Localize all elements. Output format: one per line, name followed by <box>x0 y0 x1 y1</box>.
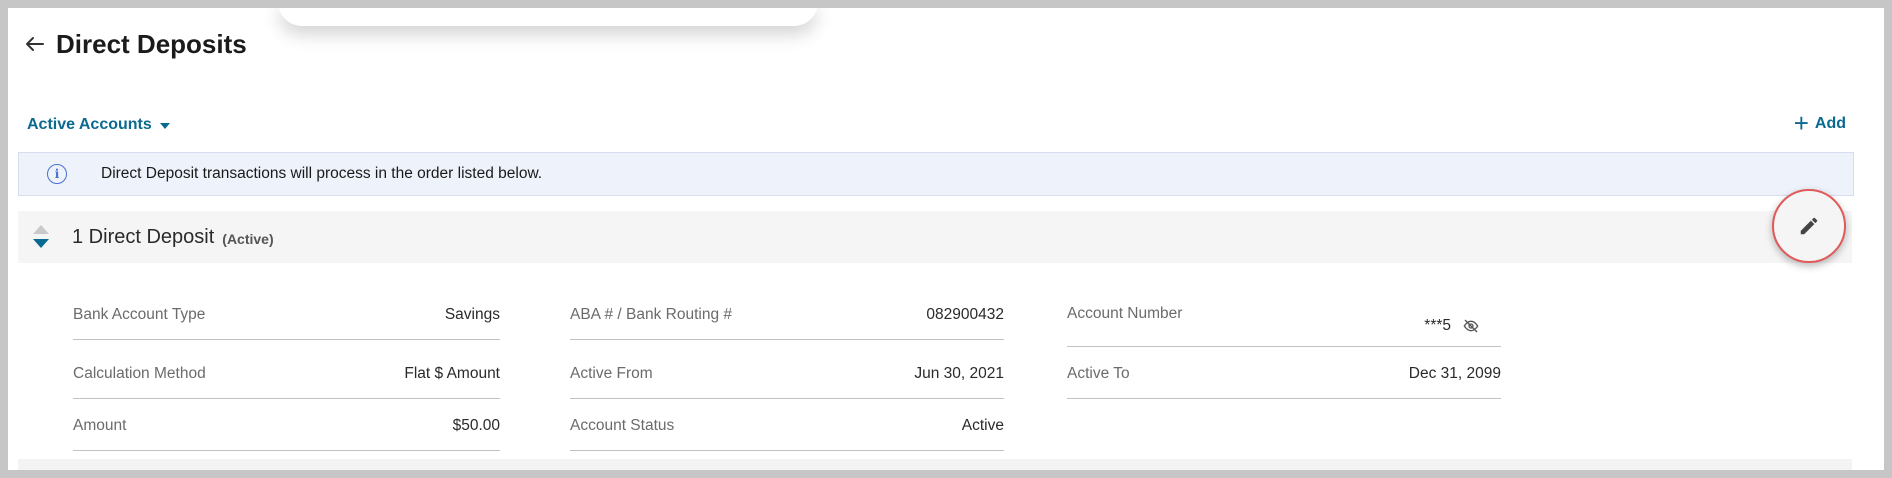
field-value: Flat $ Amount <box>404 365 500 382</box>
field-active-to: Active To Dec 31, 2099 <box>1067 350 1501 399</box>
plus-icon: + <box>1793 108 1809 138</box>
back-button[interactable] <box>18 28 50 60</box>
field-value: Jun 30, 2021 <box>914 365 1004 382</box>
account-number-value: ***5 <box>1424 317 1479 335</box>
field-label: Bank Account Type <box>73 306 206 323</box>
field-value: Active <box>961 417 1004 434</box>
field-routing-number: ABA # / Bank Routing # 082900432 <box>570 291 1004 340</box>
arrow-left-icon <box>26 37 44 51</box>
move-up-arrow[interactable] <box>33 225 49 234</box>
eye-off-icon[interactable] <box>1463 319 1479 333</box>
pencil-icon <box>1800 217 1818 235</box>
field-value: Savings <box>444 306 500 323</box>
edit-button[interactable] <box>1772 189 1846 263</box>
active-accounts-label: Active Accounts <box>27 116 152 133</box>
field-amount: Amount $50.00 <box>73 402 500 451</box>
field-calculation-method: Calculation Method Flat $ Amount <box>73 350 500 399</box>
field-active-from: Active From Jun 30, 2021 <box>570 350 1004 399</box>
info-banner: i Direct Deposit transactions will proce… <box>18 152 1854 196</box>
page-title: Direct Deposits <box>56 29 247 59</box>
field-value: $50.00 <box>452 417 500 434</box>
field-label: Active To <box>1067 365 1130 382</box>
field-label: Account Number <box>1067 305 1183 322</box>
field-label: Active From <box>570 365 653 382</box>
page-frame: Direct Deposits Active Accounts + Add i … <box>8 8 1884 470</box>
info-banner-text: Direct Deposit transactions will process… <box>101 165 543 182</box>
direct-deposit-title: 1 Direct Deposit <box>72 225 215 248</box>
next-section-edge <box>18 459 1852 470</box>
add-button[interactable]: + Add <box>1793 108 1846 138</box>
field-label: ABA # / Bank Routing # <box>570 306 732 323</box>
field-account-status: Account Status Active <box>570 402 1004 451</box>
caret-down-icon <box>159 123 170 129</box>
field-label: Account Status <box>570 417 675 434</box>
direct-deposit-header: 1 Direct Deposit (Active) <box>18 211 1852 263</box>
field-account-number: Account Number ***5 <box>1067 291 1501 347</box>
field-label: Amount <box>73 417 127 434</box>
field-label: Calculation Method <box>73 365 206 382</box>
field-value: ***5 <box>1424 316 1451 334</box>
field-value: 082900432 <box>926 306 1004 323</box>
field-value: Dec 31, 2099 <box>1408 365 1501 382</box>
reorder-arrows-icon[interactable] <box>32 224 50 250</box>
active-accounts-dropdown[interactable]: Active Accounts <box>27 116 170 134</box>
move-down-arrow[interactable] <box>33 239 49 248</box>
info-icon: i <box>47 164 67 184</box>
overlay-shadow <box>278 8 818 26</box>
add-label: Add <box>1814 115 1846 132</box>
status-badge: (Active) <box>222 230 274 247</box>
field-bank-account-type: Bank Account Type Savings <box>73 291 500 340</box>
